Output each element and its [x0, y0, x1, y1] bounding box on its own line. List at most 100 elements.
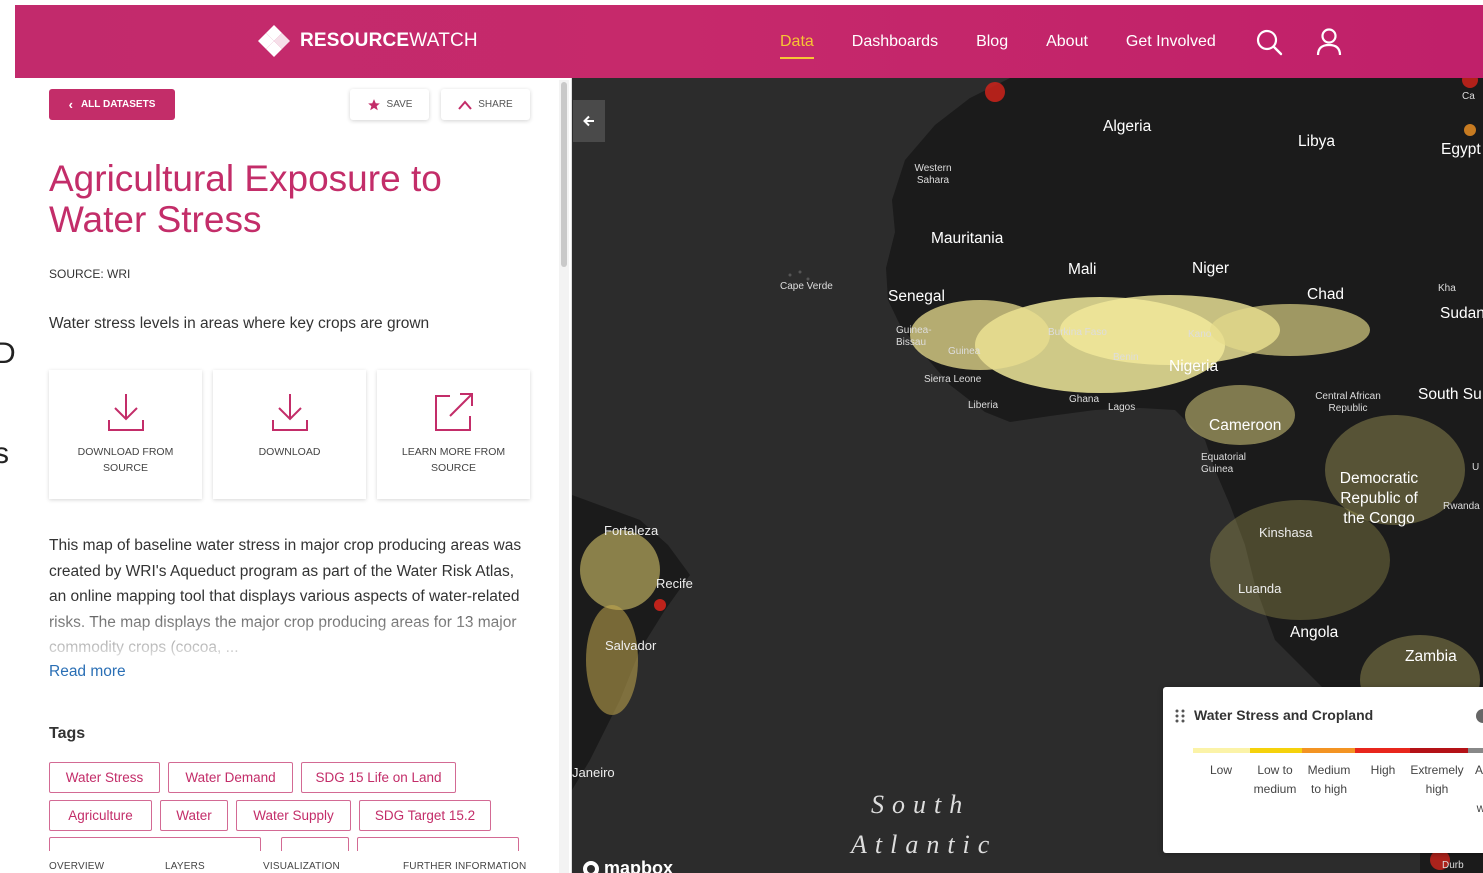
- map-legend[interactable]: Water Stress and Cropland Low Low to med…: [1163, 687, 1483, 853]
- nav-get-involved[interactable]: Get Involved: [1126, 33, 1216, 51]
- map-label-kano: Kano: [1188, 329, 1212, 340]
- all-datasets-label: ALL DATASETS: [80, 99, 156, 110]
- save-button[interactable]: SAVE: [350, 89, 429, 120]
- mapbox-icon: [583, 860, 599, 873]
- app-root: D, s RESOURCEWATCH Data Dashboards Blog …: [0, 0, 1483, 873]
- map-label-ghana: Ghana: [1069, 394, 1100, 405]
- save-label: SAVE: [386, 99, 413, 110]
- arrow-left-icon: [583, 115, 594, 127]
- legend-label-high: High: [1370, 763, 1396, 777]
- logo[interactable]: RESOURCEWATCH: [258, 25, 478, 57]
- map-label-recife: Recife: [656, 576, 693, 591]
- map-label-western-sahara: Western Sahara: [914, 163, 952, 186]
- dataset-sidebar: ‹ ALL DATASETS SAVE SHARE Agricultural E…: [15, 78, 572, 873]
- tag-water-demand[interactable]: Water Demand: [168, 762, 293, 793]
- learn-more-label: LEARN MORE FROM SOURCE: [401, 446, 506, 474]
- map-label-lagos: Lagos: [1108, 402, 1136, 413]
- all-datasets-button[interactable]: ‹ ALL DATASETS: [49, 89, 175, 120]
- logo-icon: [258, 25, 290, 57]
- scrollbar-thumb[interactable]: [561, 82, 567, 267]
- legend-label-arid: A: [1474, 763, 1483, 777]
- legend-label-extra: w: [1476, 801, 1483, 815]
- dataset-title: Agricultural Exposure to Water Stress: [49, 158, 442, 240]
- map-label-guinea: Guinea: [948, 346, 981, 357]
- download-from-source-button[interactable]: DOWNLOAD FROM SOURCE: [49, 370, 202, 499]
- nav-blog[interactable]: Blog: [976, 33, 1008, 51]
- learn-more-button[interactable]: LEARN MORE FROM SOURCE: [377, 370, 530, 499]
- map-label-car: Central African Republic: [1315, 391, 1381, 414]
- tab-further-information[interactable]: FURTHER INFORMATION: [403, 861, 526, 872]
- user-icon[interactable]: [1314, 27, 1344, 57]
- edge-text-2: s: [0, 437, 9, 470]
- map-label-cameroon: Cameroon: [1209, 417, 1282, 434]
- sidebar-scrollbar[interactable]: [559, 80, 569, 873]
- tag-water-supply[interactable]: Water Supply: [236, 800, 351, 831]
- map-label-libya: Libya: [1298, 133, 1336, 150]
- mapbox-logo: mapbox: [582, 858, 673, 873]
- map-label-drc: Democratic Republic of the Congo: [1339, 470, 1419, 527]
- map-label-fortaleza: Fortaleza: [604, 523, 659, 538]
- dataset-source: SOURCE: WRI: [49, 267, 131, 281]
- nav-data[interactable]: Data: [780, 33, 814, 59]
- tag-water[interactable]: Water: [160, 800, 228, 831]
- map-label-nigeria: Nigeria: [1169, 358, 1219, 375]
- legend-swatch-medium-high: [1302, 748, 1355, 753]
- legend-label-low: Low: [1209, 763, 1232, 777]
- download-button[interactable]: DOWNLOAD: [213, 370, 366, 499]
- chevron-left-icon: ‹: [68, 97, 73, 112]
- map-label-equatorial-guinea: Equatorial Guinea: [1201, 452, 1247, 475]
- dataset-subtitle: Water stress levels in areas where key c…: [49, 315, 430, 332]
- map-label-burkina-faso: Burkina Faso: [1048, 327, 1107, 338]
- map-label-egypt: Egypt: [1441, 141, 1481, 158]
- search-icon[interactable]: [1254, 27, 1284, 57]
- share-button[interactable]: SHARE: [441, 89, 530, 120]
- tag-sdg-15[interactable]: SDG 15 Life on Land: [301, 762, 456, 793]
- bottom-tabs: OVERVIEW LAYERS VISUALIZATION FURTHER IN…: [15, 851, 559, 873]
- map-label-guinea-bissau: Guinea-Bissau: [896, 325, 932, 348]
- map-label-senegal: Senegal: [888, 288, 945, 305]
- download-label: DOWNLOAD: [258, 446, 321, 458]
- map-label-algeria: Algeria: [1103, 118, 1152, 135]
- tab-layers[interactable]: LAYERS: [165, 861, 205, 872]
- download-icon: [271, 394, 308, 431]
- map-label-mauritania: Mauritania: [931, 230, 1004, 247]
- map-label-ocean-south: South: [871, 790, 971, 819]
- external-link-icon: [434, 393, 473, 431]
- map-label-rwanda: Rwanda: [1443, 501, 1480, 512]
- map-label-sierra-leone: Sierra Leone: [924, 374, 982, 385]
- map-label-angola: Angola: [1290, 624, 1339, 641]
- nav-about[interactable]: About: [1046, 33, 1088, 51]
- legend-swatch-high: [1355, 748, 1410, 753]
- legend-swatch-low: [1193, 748, 1250, 753]
- nav-dashboards[interactable]: Dashboards: [852, 33, 938, 51]
- download-from-source-label: DOWNLOAD FROM SOURCE: [77, 446, 174, 474]
- star-icon: [367, 98, 380, 110]
- map-label-benin: Benin: [1113, 352, 1139, 363]
- description-fade: [49, 598, 539, 658]
- map-label-mali: Mali: [1068, 261, 1097, 278]
- drag-handle-icon[interactable]: [1174, 708, 1186, 724]
- tag-agriculture[interactable]: Agriculture: [49, 800, 152, 831]
- read-more-link[interactable]: Read more: [49, 663, 126, 681]
- map-label-chad: Chad: [1307, 286, 1345, 303]
- top-navbar: RESOURCEWATCH Data Dashboards Blog About…: [15, 5, 1483, 78]
- collapse-sidebar-button[interactable]: [573, 100, 605, 142]
- mapbox-label: mapbox: [604, 858, 674, 873]
- map-label-liberia: Liberia: [968, 400, 999, 411]
- tag-sdg-target-15-2[interactable]: SDG Target 15.2: [359, 800, 491, 831]
- tab-visualization[interactable]: VISUALIZATION: [263, 861, 340, 872]
- download-icon: [107, 394, 144, 431]
- legend-label-extremely-high: Extremely high: [1410, 763, 1464, 796]
- legend-toggle-icon[interactable]: [1476, 709, 1483, 723]
- map-label-kinshasa: Kinshasa: [1259, 525, 1313, 540]
- map-label-durb: Durb: [1442, 860, 1464, 871]
- map-label-cape-verde: Cape Verde: [780, 281, 833, 292]
- map-label-ca: Ca: [1462, 91, 1475, 102]
- logo-text: RESOURCEWATCH: [300, 30, 478, 51]
- share-label: SHARE: [478, 99, 513, 110]
- legend-label-low-medium: Low to medium: [1253, 763, 1297, 796]
- map-label-janeiro: Janeiro: [572, 765, 615, 780]
- map-label-kha: Kha: [1438, 283, 1456, 294]
- tab-overview[interactable]: OVERVIEW: [49, 861, 104, 872]
- tag-water-stress[interactable]: Water Stress: [49, 762, 160, 793]
